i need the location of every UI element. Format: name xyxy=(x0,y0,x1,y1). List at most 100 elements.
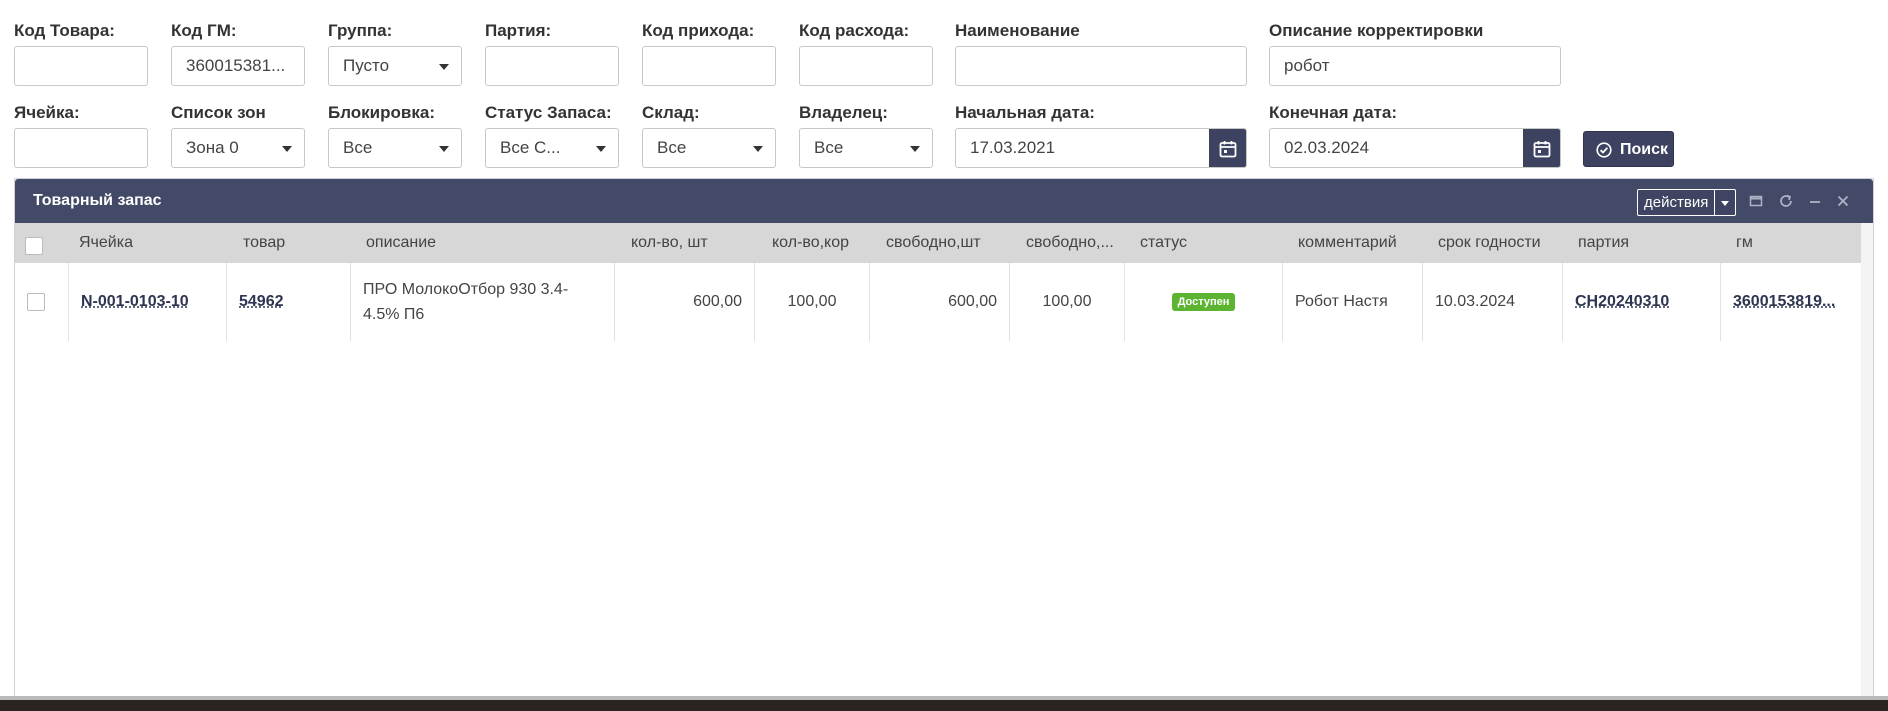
caret-down-icon xyxy=(439,64,449,70)
status-badge: Доступен xyxy=(1171,293,1236,311)
column-header-expiry[interactable]: срок годности xyxy=(1430,223,1568,263)
filter-blocking: Блокировка: Все xyxy=(328,102,462,168)
cell-label: Ячейка: xyxy=(14,103,80,122)
filter-start-date: Начальная дата: 17.03.2021 xyxy=(955,102,1247,168)
batch-input[interactable] xyxy=(485,46,619,86)
caret-down-icon xyxy=(596,146,606,152)
search-button-label: Поиск xyxy=(1620,141,1669,158)
filter-name: Наименование xyxy=(955,20,1247,86)
filter-group: Группа: Пусто xyxy=(328,20,462,86)
column-header-free-pcs[interactable]: свободно,шт xyxy=(878,223,1016,263)
gm-link[interactable]: 3600153819... xyxy=(1733,293,1835,311)
correction-desc-input[interactable]: робот xyxy=(1269,46,1561,86)
cell-free-box: 100,00 xyxy=(1010,263,1125,341)
filter-stock-status: Статус Запаса: Все С... xyxy=(485,102,619,168)
actions-label: действия xyxy=(1638,190,1716,215)
filter-expense-code: Код расхода: xyxy=(799,20,933,86)
start-date-value: 17.03.2021 xyxy=(970,138,1056,157)
warehouse-label: Склад: xyxy=(642,103,700,122)
owner-label: Владелец: xyxy=(799,103,888,122)
filter-product-code: Код Товара: xyxy=(14,20,148,86)
cell-comment: Робот Настя xyxy=(1283,263,1423,341)
group-select-value: Пусто xyxy=(343,56,390,75)
blocking-select[interactable]: Все xyxy=(328,128,462,168)
filter-batch: Партия: xyxy=(485,20,619,86)
maximize-icon[interactable] xyxy=(1748,193,1764,209)
start-date-calendar-button[interactable] xyxy=(1209,129,1246,167)
start-date-label: Начальная дата: xyxy=(955,103,1095,122)
actions-dropdown[interactable]: действия xyxy=(1637,189,1737,216)
group-select[interactable]: Пусто xyxy=(328,46,462,86)
zones-select[interactable]: Зона 0 xyxy=(171,128,305,168)
name-input[interactable] xyxy=(955,46,1247,86)
filter-owner: Владелец: Все xyxy=(799,102,933,168)
column-header-gm[interactable]: гм xyxy=(1728,223,1858,263)
cell-qty-box: 100,00 xyxy=(755,263,870,341)
cell-description: ПРО МолокоОтбор 930 3.4-4.5% П6 xyxy=(351,263,615,341)
refresh-icon[interactable] xyxy=(1778,193,1794,209)
zones-select-value: Зона 0 xyxy=(186,138,239,157)
cell-location-link[interactable]: N-001-0103-10 xyxy=(81,293,189,311)
warehouse-select[interactable]: Все xyxy=(642,128,776,168)
search-button[interactable]: Поиск xyxy=(1583,131,1674,167)
vertical-scrollbar[interactable] xyxy=(1861,223,1873,697)
gm-code-input[interactable]: 360015381... xyxy=(171,46,305,86)
column-header-status[interactable]: статус xyxy=(1132,223,1282,263)
batch-label: Партия: xyxy=(485,21,552,40)
filter-cell: Ячейка: xyxy=(14,102,148,168)
actions-toggle[interactable] xyxy=(1715,190,1735,215)
column-header-qty-box[interactable]: кол-во,кор xyxy=(764,223,876,263)
cell-product: 54962 xyxy=(227,263,351,341)
income-code-label: Код прихода: xyxy=(642,21,755,40)
cell-batch: CH20240310 xyxy=(1563,263,1721,341)
column-header-comment[interactable]: комментарий xyxy=(1290,223,1428,263)
end-date-label: Конечная дата: xyxy=(1269,103,1397,122)
row-checkbox[interactable] xyxy=(27,293,45,311)
income-code-input[interactable] xyxy=(642,46,776,86)
filter-end-date: Конечная дата: 02.03.2024 xyxy=(1269,102,1561,168)
column-header-cell[interactable]: Ячейка xyxy=(71,223,201,263)
owner-select[interactable]: Все xyxy=(799,128,933,168)
panel-header: Товарный запас действия xyxy=(15,179,1873,223)
batch-link[interactable]: CH20240310 xyxy=(1575,293,1669,311)
warehouse-select-value: Все xyxy=(657,138,687,157)
cell-gm: 3600153819... xyxy=(1721,263,1861,341)
stock-panel: Товарный запас действия Ячейка товар опи… xyxy=(14,178,1874,698)
filter-gm-code: Код ГМ: 360015381... xyxy=(171,20,305,86)
select-all-checkbox[interactable] xyxy=(25,237,43,255)
product-link[interactable]: 54962 xyxy=(239,293,284,311)
caret-down-icon xyxy=(282,146,292,152)
cell-free-pcs: 600,00 xyxy=(870,263,1010,341)
table-row[interactable]: N-001-0103-10 54962 ПРО МолокоОтбор 930 … xyxy=(15,263,1861,341)
blocking-select-value: Все xyxy=(343,138,373,157)
filter-warehouse: Склад: Все xyxy=(642,102,776,168)
window-bottom-edge xyxy=(0,696,1888,711)
column-header-product[interactable]: товар xyxy=(235,223,353,263)
correction-desc-label: Описание корректировки xyxy=(1269,21,1484,40)
end-date-calendar-button[interactable] xyxy=(1523,129,1560,167)
panel-title: Товарный запас xyxy=(33,192,162,209)
column-header-free-box[interactable]: свободно,... xyxy=(1018,223,1128,263)
cell-expiry: 10.03.2024 xyxy=(1423,263,1563,341)
caret-down-icon xyxy=(439,146,449,152)
cell-qty-pcs: 600,00 xyxy=(615,263,755,341)
end-date-input[interactable]: 02.03.2024 xyxy=(1269,128,1561,168)
expense-code-label: Код расхода: xyxy=(799,21,910,40)
grid-header: Ячейка товар описание кол-во, шт кол-во,… xyxy=(15,223,1861,263)
blocking-label: Блокировка: xyxy=(328,103,435,122)
calendar-icon xyxy=(1219,141,1237,158)
cell-location: N-001-0103-10 xyxy=(69,263,227,341)
minimize-icon[interactable] xyxy=(1807,193,1823,209)
cell-input[interactable] xyxy=(14,128,148,168)
caret-down-icon xyxy=(1721,201,1730,206)
product-code-input[interactable] xyxy=(14,46,148,86)
zones-label: Список зон xyxy=(171,103,266,122)
expense-code-input[interactable] xyxy=(799,46,933,86)
column-header-batch[interactable]: партия xyxy=(1570,223,1725,263)
close-icon[interactable] xyxy=(1835,193,1851,209)
stock-status-select[interactable]: Все С... xyxy=(485,128,619,168)
start-date-input[interactable]: 17.03.2021 xyxy=(955,128,1247,168)
column-header-qty-pcs[interactable]: кол-во, шт xyxy=(623,223,761,263)
filter-zones: Список зон Зона 0 xyxy=(171,102,305,168)
column-header-description[interactable]: описание xyxy=(358,223,613,263)
